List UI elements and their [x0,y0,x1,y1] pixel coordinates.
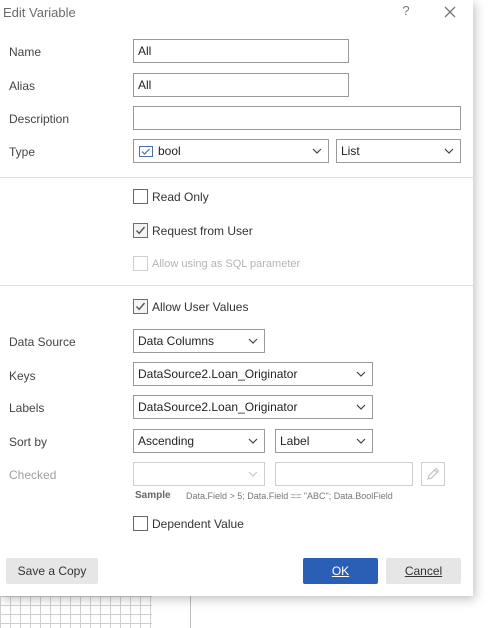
data-source-label: Data Source [9,335,76,349]
checked-label: Checked [9,468,57,482]
labels-value: DataSource2.Loan_Originator [138,400,298,414]
sample-text: Data.Field > 5; Data.Field == "ABC"; Dat… [186,491,393,501]
description-label: Description [9,112,70,126]
keys-select[interactable]: DataSource2.Loan_Originator [133,362,373,386]
read-only-label: Read Only [152,190,209,204]
request-from-user-label: Request from User [152,224,253,238]
chevron-down-icon [248,471,258,477]
allow-user-values-label: Allow User Values [152,300,249,314]
background-divider [190,596,191,628]
checkmark-icon [135,302,146,311]
checked-select [133,462,265,486]
bool-type-icon [139,146,153,157]
sort-by-label: Sort by [9,435,48,449]
allow-sql-parameter-checkbox [133,256,148,271]
section-divider [0,285,473,286]
allow-sql-parameter-label: Allow using as SQL parameter [152,258,301,270]
alias-input[interactable] [133,73,349,97]
chevron-down-icon [312,148,322,154]
alias-label: Alias [9,79,36,93]
data-source-value: Data Columns [138,334,215,348]
dialog-title: Edit Variable [3,5,76,20]
cancel-button-label: Cancel [404,564,443,578]
help-button[interactable]: ? [399,3,413,19]
chevron-down-icon [444,148,454,154]
close-icon [444,6,456,18]
pencil-icon [427,467,440,480]
edit-variable-dialog: Edit Variable ? Name Alias Description T… [0,0,473,596]
close-button[interactable] [441,3,459,21]
type-select-value: bool [158,144,181,158]
read-only-checkbox[interactable] [133,189,148,204]
type-kind-select[interactable]: List [336,139,461,163]
dependent-value-label: Dependent Value [152,517,244,531]
type-select[interactable]: bool [133,139,329,163]
name-label: Name [9,45,42,59]
chevron-down-icon [248,338,258,344]
edit-expression-button [421,462,445,486]
type-label: Type [9,145,36,159]
chevron-down-icon [356,438,366,444]
checkmark-icon [135,226,146,235]
sort-order-select[interactable]: Ascending [133,429,265,453]
keys-label: Keys [9,369,36,383]
ok-button-label: OK [331,564,350,578]
keys-value: DataSource2.Loan_Originator [138,367,298,381]
chevron-down-icon [356,371,366,377]
sort-order-value: Ascending [138,434,195,448]
ok-button[interactable]: OK [303,558,378,584]
labels-label: Labels [9,401,45,415]
checked-expression-input [275,462,413,486]
sample-label: Sample [135,490,171,501]
sort-field-value: Label [280,434,310,448]
type-kind-value: List [341,144,360,158]
description-input[interactable] [133,106,461,130]
cancel-button[interactable]: Cancel [386,558,461,584]
request-from-user-checkbox[interactable] [133,223,148,238]
chevron-down-icon [356,404,366,410]
sort-field-select[interactable]: Label [275,429,373,453]
background-grid [0,596,152,628]
labels-select[interactable]: DataSource2.Loan_Originator [133,395,373,419]
name-input[interactable] [133,39,349,63]
chevron-down-icon [248,438,258,444]
save-a-copy-button[interactable]: Save a Copy [6,558,98,584]
data-source-select[interactable]: Data Columns [133,329,265,353]
section-divider [0,177,473,178]
allow-user-values-checkbox[interactable] [133,299,148,314]
dependent-value-checkbox[interactable] [133,516,148,531]
